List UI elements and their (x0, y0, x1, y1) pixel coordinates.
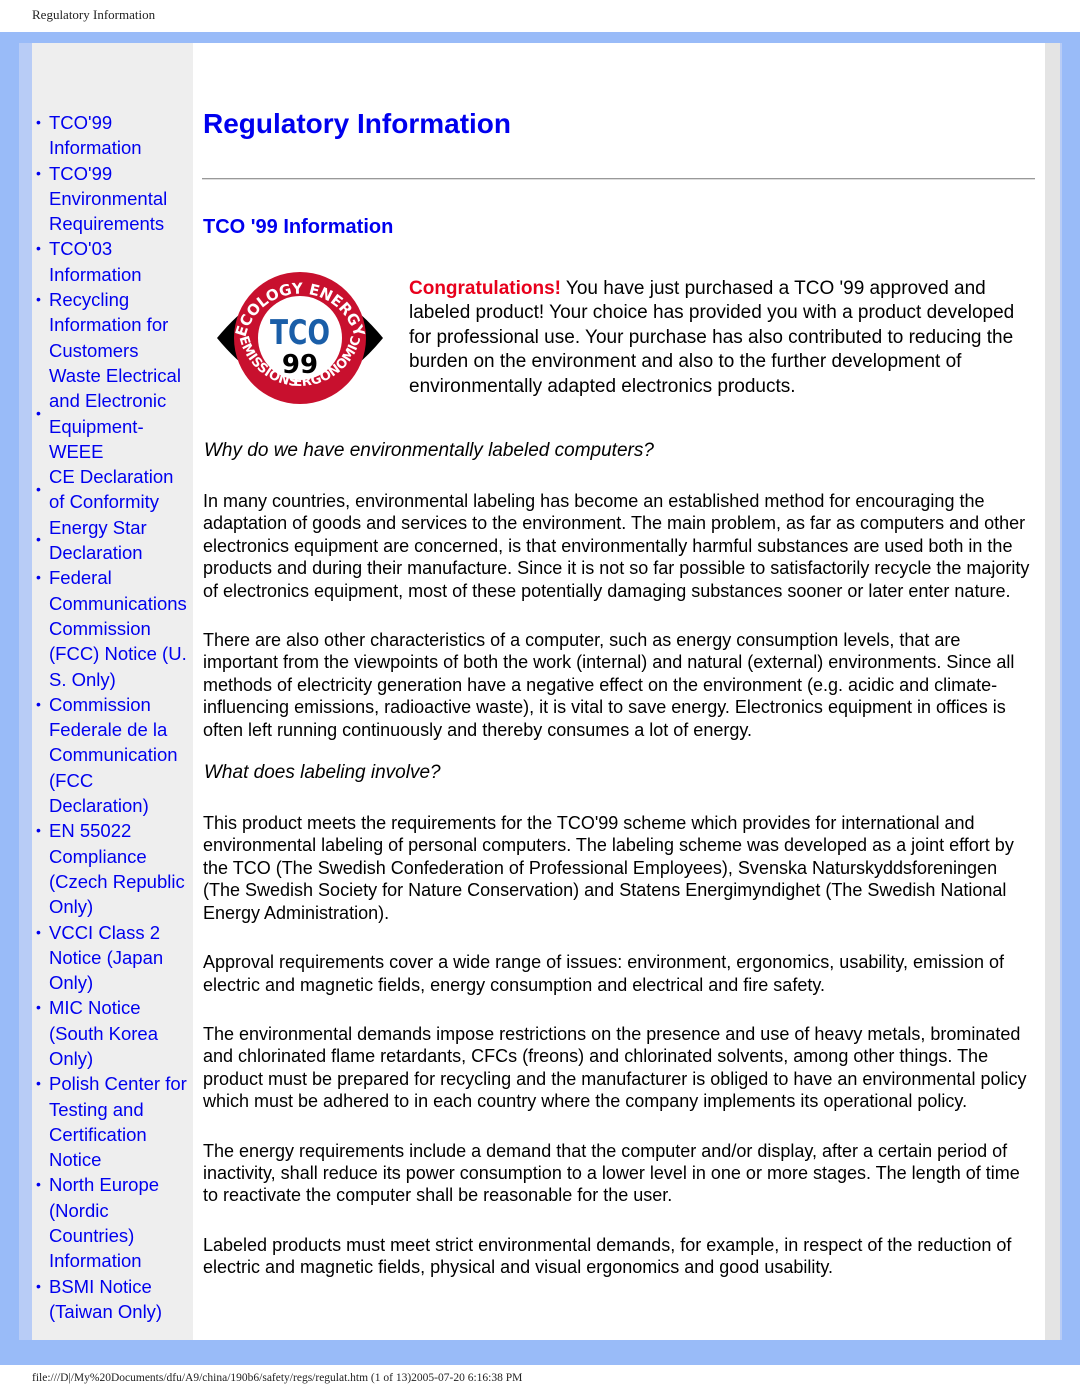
bullet-icon: • (36, 822, 41, 839)
paragraph: Labeled products must meet strict enviro… (203, 1234, 1012, 1278)
footer-url: file:///D|/My%20Documents/dfu/A9/china/1… (32, 1372, 523, 1384)
sidebar-link[interactable]: Federal Communications Commission (FCC) … (49, 565, 189, 691)
bullet-icon: • (36, 695, 41, 712)
congrats-text: Congratulations! (409, 278, 561, 299)
sidebar-item-tco99-env[interactable]: • TCO'99 Environmental Requirements (36, 161, 191, 237)
sidebar-item-tco03[interactable]: • TCO'03 Information (36, 236, 191, 287)
sidebar-item-vcci[interactable]: • VCCI Class 2 Notice (Japan Only) (36, 920, 191, 996)
sidebar-link[interactable]: TCO'03 Information (49, 236, 189, 287)
window-title: Regulatory Information (32, 7, 156, 22)
sidebar-link[interactable]: Commission Federale de la Communication … (49, 692, 189, 818)
bullet-icon: • (36, 291, 41, 308)
question-heading: Why do we have environmentally labeled c… (204, 440, 654, 461)
sidebar-item-fcc[interactable]: • Federal Communications Commission (FCC)… (36, 565, 191, 691)
bullet-icon: • (36, 999, 41, 1016)
page-title: Regulatory Information (203, 108, 512, 139)
sidebar-nav: • TCO'99 Information • TCO'99 Environmenta… (36, 110, 191, 1324)
bullet-icon: • (36, 1176, 41, 1193)
paragraph: There are also other characteristics of … (203, 630, 1015, 740)
paragraph: Approval requirements cover a wide range… (203, 952, 1005, 995)
paragraph: In many countries, environmental labelin… (203, 491, 1030, 601)
bullet-icon: • (36, 240, 41, 257)
sidebar-link[interactable]: Waste Electrical and Electronic Equipmen… (49, 363, 189, 464)
bullet-icon: • (36, 569, 41, 586)
sidebar-link[interactable]: EN 55022 Compliance (Czech Republic Only… (49, 818, 189, 919)
sidebar-item-en55022[interactable]: • EN 55022 Compliance (Czech Republic Onl… (36, 818, 191, 919)
bullet-icon: • (36, 1075, 41, 1092)
logo-text-center: TCO (270, 313, 330, 353)
paragraph: The environmental demands impose restric… (203, 1023, 1027, 1112)
bullet-icon: • (36, 114, 41, 130)
sidebar-item-bsmi[interactable]: • BSMI Notice (Taiwan Only) (36, 1274, 191, 1325)
section-title: TCO '99 Information (203, 216, 394, 238)
sidebar-link[interactable]: TCO'99 Environmental Requirements (49, 161, 189, 237)
intro-paragraph: Congratulations! You have just purchased… (409, 277, 1033, 414)
sidebar-item-ce[interactable]: • CE Declaration of Conformity (36, 464, 191, 515)
sidebar-link[interactable]: CE Declaration of Conformity (49, 464, 189, 515)
sidebar-item-tco99-info[interactable]: • TCO'99 Information (36, 110, 191, 161)
sidebar-item-polish[interactable]: • Polish Center for Testing and Certifica… (36, 1071, 191, 1172)
bullet-icon: • (36, 404, 41, 421)
divider (202, 178, 1035, 180)
sidebar-item-mic[interactable]: • MIC Notice (South Korea Only) (36, 995, 191, 1071)
question-heading: What does labeling involve? (204, 762, 441, 784)
bullet-icon: • (36, 1277, 41, 1294)
paragraph: The energy requirements include a demand… (203, 1140, 1020, 1206)
main-content: Regulatory Information TCO '99 Informati… (202, 108, 1035, 1306)
sidebar-item-north-europe[interactable]: • North Europe (Nordic Countries) Informa… (36, 1172, 191, 1273)
bullet-icon: • (36, 480, 41, 497)
sidebar-item-fcc-declaration[interactable]: • Commission Federale de la Communication… (36, 692, 191, 818)
sidebar-item-recycling[interactable]: • Recycling Information for Customers (36, 287, 191, 363)
sidebar-link[interactable]: Polish Center for Testing and Certificat… (49, 1071, 189, 1172)
tco99-logo: ECOLOGY ENERGY EMISSIONS ERGONOMICS TCO … (210, 256, 415, 414)
sidebar-link[interactable]: TCO'99 Information (49, 110, 189, 161)
sidebar-link[interactable]: North Europe (Nordic Countries) Informat… (49, 1172, 189, 1273)
sidebar-link[interactable]: VCCI Class 2 Notice (Japan Only) (49, 920, 189, 996)
right-edge (1045, 43, 1060, 1340)
intro-block: ECOLOGY ENERGY EMISSIONS ERGONOMICS TCO … (203, 256, 1033, 414)
logo-text-number: 99 (282, 350, 318, 380)
bullet-icon: • (36, 164, 41, 181)
sidebar-item-energy-star[interactable]: • Energy Star Declaration (36, 515, 191, 566)
paragraph: This product meets the requirements for … (203, 813, 1014, 923)
sidebar-link[interactable]: Energy Star Declaration (49, 515, 189, 566)
bullet-icon: • (36, 923, 41, 940)
bullet-icon: • (36, 531, 41, 548)
sidebar-item-weee[interactable]: • Waste Electrical and Electronic Equipme… (36, 363, 191, 464)
sidebar-link[interactable]: MIC Notice (South Korea Only) (49, 995, 189, 1071)
sidebar-link[interactable]: Recycling Information for Customers (49, 287, 189, 363)
sidebar-link[interactable]: BSMI Notice (Taiwan Only) (49, 1274, 189, 1325)
